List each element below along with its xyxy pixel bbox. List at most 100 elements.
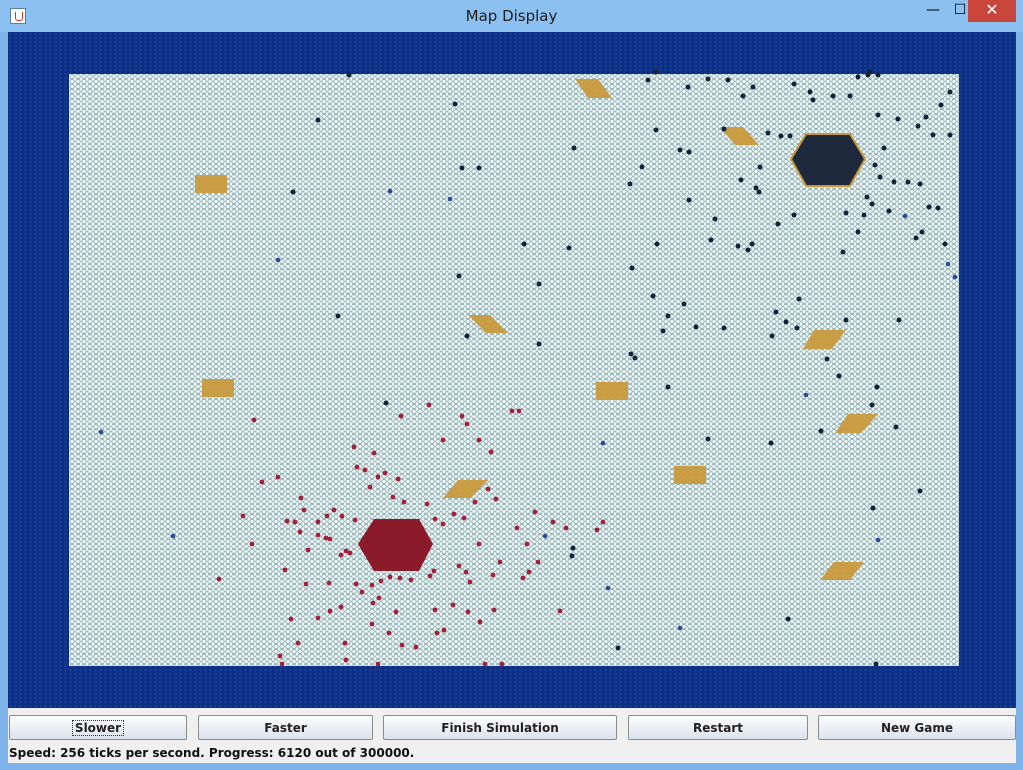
restart-button[interactable]: Restart xyxy=(628,715,808,740)
red-ant xyxy=(426,402,432,408)
red-ant xyxy=(292,519,298,525)
blue-ant xyxy=(952,274,958,280)
red-ant xyxy=(440,437,446,443)
faster-button-label: Faster xyxy=(264,721,307,735)
dark-ant xyxy=(464,333,470,339)
faster-button[interactable]: Faster xyxy=(198,715,373,740)
close-button[interactable]: ✕ xyxy=(968,0,1016,22)
food-tile xyxy=(820,562,864,580)
red-ant xyxy=(493,496,499,502)
red-ant xyxy=(288,616,294,622)
dark-ant xyxy=(830,93,836,99)
dark-ant xyxy=(775,221,781,227)
red-ant xyxy=(431,568,437,574)
red-ant xyxy=(378,578,384,584)
slower-button-label: Slower xyxy=(71,720,125,736)
dark-ant xyxy=(875,112,881,118)
dark-ant xyxy=(905,179,911,185)
client-area: Slower Faster Finish Simulation Restart … xyxy=(8,32,1016,763)
dark-ant xyxy=(917,488,923,494)
dark-ant xyxy=(686,149,692,155)
dark-ant xyxy=(681,301,687,307)
window-title: Map Display xyxy=(465,7,558,25)
dark-ant xyxy=(740,93,746,99)
dark-ant xyxy=(861,212,867,218)
dark-ant xyxy=(796,296,802,302)
blue-ant xyxy=(600,440,606,446)
dark-ant xyxy=(521,241,527,247)
dark-ant xyxy=(645,77,651,83)
title-bar[interactable]: Map Display — ☐ ✕ xyxy=(0,0,1023,32)
dark-ant xyxy=(947,89,953,95)
red-ant xyxy=(490,572,496,578)
dark-ant xyxy=(947,132,953,138)
red-ant xyxy=(295,640,301,646)
dark-ant xyxy=(875,72,881,78)
dark-ant xyxy=(783,319,789,325)
red-ant xyxy=(514,525,520,531)
red-ant xyxy=(315,519,321,525)
red-ant xyxy=(463,569,469,575)
blue-ant xyxy=(542,533,548,539)
food-tile xyxy=(803,330,846,349)
red-ant xyxy=(259,479,265,485)
red-ant xyxy=(461,515,467,521)
blue-ant xyxy=(387,188,393,194)
food-tile xyxy=(575,79,612,98)
red-ant xyxy=(282,567,288,573)
red-ant xyxy=(375,661,381,667)
dark-ant xyxy=(855,74,861,80)
dark-ant xyxy=(881,145,887,151)
dark-ant xyxy=(569,553,575,559)
dark-ant xyxy=(452,101,458,107)
dark-ant xyxy=(824,356,830,362)
dark-ant xyxy=(749,241,755,247)
red-ant xyxy=(354,464,360,470)
red-ant xyxy=(397,575,403,581)
red-ant xyxy=(370,600,376,606)
minimize-button[interactable]: — xyxy=(918,0,948,22)
dark-ant xyxy=(570,545,576,551)
dark-ant xyxy=(893,424,899,430)
dark-ant xyxy=(756,189,762,195)
dark-ant xyxy=(721,325,727,331)
dark-ant xyxy=(915,123,921,129)
red-ant xyxy=(327,608,333,614)
dark-ant xyxy=(735,243,741,249)
red-ant xyxy=(386,630,392,636)
dark-ant xyxy=(810,97,816,103)
red-ant xyxy=(520,575,526,581)
red-ant xyxy=(526,569,532,575)
food-tile xyxy=(443,480,488,498)
finish-simulation-button[interactable]: Finish Simulation xyxy=(383,715,617,740)
red-ant xyxy=(464,421,470,427)
dark-ant xyxy=(785,616,791,622)
dark-ant xyxy=(778,133,784,139)
red-ant xyxy=(277,653,283,659)
dark-ant xyxy=(836,373,842,379)
red-ant xyxy=(427,573,433,579)
slower-button[interactable]: Slower xyxy=(9,715,187,740)
dark-ant xyxy=(725,77,731,83)
blue-ant xyxy=(945,261,951,267)
dark-ant xyxy=(840,249,846,255)
dark-ant xyxy=(930,132,936,138)
finish-simulation-button-label: Finish Simulation xyxy=(441,721,559,735)
red-ant xyxy=(338,604,344,610)
red-anthill xyxy=(358,519,433,571)
food-tile xyxy=(835,414,878,433)
dark-ant xyxy=(721,126,727,132)
dark-ant xyxy=(864,194,870,200)
red-ant xyxy=(369,582,375,588)
red-ant xyxy=(390,494,396,500)
food-tile xyxy=(202,379,234,397)
dark-ant xyxy=(919,229,925,235)
red-ant xyxy=(532,509,538,515)
red-ant xyxy=(353,581,359,587)
control-bar: Slower Faster Finish Simulation Restart … xyxy=(8,715,1016,741)
status-text: Speed: 256 ticks per second. Progress: 6… xyxy=(9,746,415,760)
red-ant xyxy=(413,644,419,650)
dark-ant xyxy=(917,181,923,187)
new-game-button[interactable]: New Game xyxy=(818,715,1016,740)
red-ant xyxy=(327,536,333,542)
